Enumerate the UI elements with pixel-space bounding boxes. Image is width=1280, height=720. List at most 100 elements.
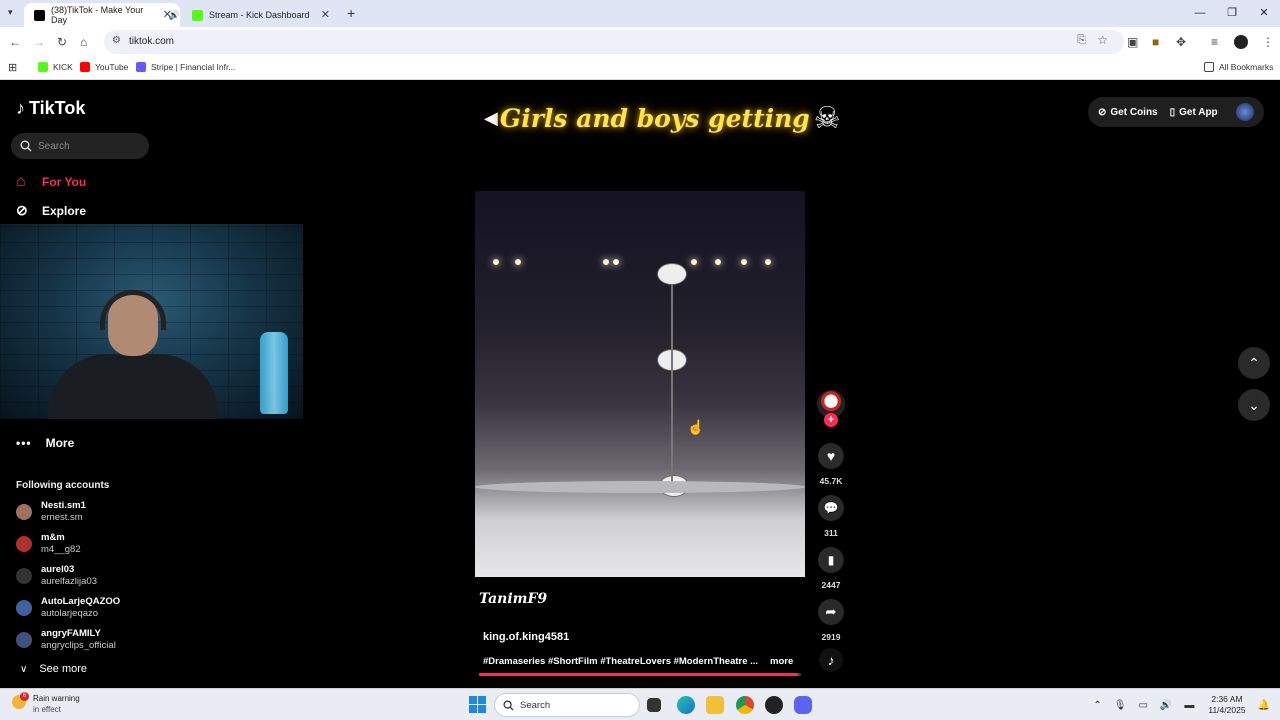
start-button[interactable] — [469, 696, 486, 713]
url-text: tiktok.com — [129, 36, 175, 47]
taskbar-search[interactable]: Search — [494, 693, 640, 717]
network-icon[interactable]: ▭ — [1138, 700, 1147, 711]
video-username[interactable]: king.of.king4581 — [483, 631, 569, 643]
avatar — [16, 568, 32, 584]
forward-icon[interactable]: → — [33, 34, 45, 50]
video-player[interactable]: ☝ — [475, 191, 805, 577]
nav-explore[interactable]: ⊘ Explore — [16, 202, 86, 219]
light — [613, 259, 619, 265]
bookmark-youtube[interactable]: YouTube — [80, 62, 128, 72]
next-video-button[interactable]: ⌄ — [1238, 389, 1270, 421]
clock[interactable]: 2:36 AM 11/4/2025 — [1208, 694, 1245, 716]
discord-icon[interactable] — [794, 696, 812, 714]
save-button[interactable]: ▮ — [818, 547, 844, 573]
streamer-webcam-overlay — [0, 224, 303, 419]
following-account[interactable]: AutoLarjeQAZOO autolarjeqazo — [16, 596, 276, 624]
chrome-icon[interactable] — [736, 696, 754, 714]
see-more-button[interactable]: ∨ See more — [20, 663, 87, 675]
task-view-icon[interactable] — [647, 698, 661, 712]
battery-icon[interactable]: ▬ — [1184, 700, 1194, 711]
address-bar[interactable]: ⚙ tiktok.com ⎘ ☆ — [104, 30, 1124, 54]
chevron-up-icon[interactable]: ⌃ — [1093, 700, 1101, 711]
tab-title: (38)TikTok - Make Your Day — [51, 5, 144, 25]
follow-button[interactable]: + — [824, 413, 838, 427]
share-button[interactable]: ➦ — [818, 599, 844, 625]
share-arrow-icon: ➦ — [825, 604, 837, 619]
tab-tiktok[interactable]: (38)TikTok - Make Your Day 🔊 ✕ — [24, 3, 180, 27]
windows-logo-icon — [469, 705, 477, 713]
stripe-icon — [136, 62, 146, 72]
bookmark-stripe[interactable]: Stripe | Financial Infr... — [136, 62, 235, 72]
video-hashtags[interactable]: #Dramaseries #ShortFilm #TheatreLovers #… — [483, 656, 758, 667]
extension-icon[interactable]: ▣ — [1127, 34, 1138, 50]
install-app-icon[interactable]: ⎘ — [1077, 34, 1086, 47]
light — [715, 259, 721, 265]
light — [493, 259, 499, 265]
water-bottle — [260, 332, 288, 414]
avatar — [16, 600, 32, 616]
following-account[interactable]: m&m m4__g82 — [16, 532, 276, 560]
search-icon — [503, 699, 514, 711]
troll-face-sticker — [657, 263, 687, 285]
profile-avatar[interactable] — [1234, 35, 1248, 49]
system-tray: ⌃ 🎙 ▭ 🔊 ▬ 2:36 AM 11/4/2025 🔔 — [1081, 693, 1270, 717]
close-tab-icon[interactable]: ✕ — [163, 8, 172, 21]
microphone-icon[interactable]: 🎙 — [1114, 700, 1127, 711]
media-control-icon[interactable]: ≡ — [1211, 34, 1218, 50]
comment-button[interactable]: 💬 — [818, 495, 844, 521]
video-author-watermark: TanimF9 — [479, 591, 548, 607]
extensions-puzzle-icon[interactable]: ✥ — [1176, 34, 1186, 50]
bookmark-kick[interactable]: KICK — [38, 62, 73, 72]
volume-icon[interactable]: 🔊 — [1160, 700, 1172, 711]
search-placeholder: Search — [38, 140, 70, 152]
back-icon[interactable]: ← — [9, 34, 21, 50]
browser-menu-icon[interactable]: ⋮ — [1262, 34, 1274, 50]
stage-lights — [475, 253, 805, 273]
restore-icon[interactable]: ❐ — [1216, 0, 1248, 27]
tiktok-note-icon: ♪ — [16, 98, 25, 118]
previous-video-button[interactable]: ⌃ — [1238, 347, 1270, 379]
caption-more-link[interactable]: more — [770, 656, 793, 667]
tab-kick-dashboard[interactable]: Stream - Kick Dashboard ✕ — [182, 3, 338, 27]
following-accounts-heading: Following accounts — [16, 480, 110, 491]
video-progress-bar[interactable] — [479, 673, 801, 676]
windows-logo-icon — [478, 705, 486, 713]
nav-more[interactable]: ••• More — [16, 436, 74, 450]
close-window-icon[interactable]: ✕ — [1248, 0, 1280, 27]
home-icon: ⌂ — [16, 173, 26, 190]
following-account[interactable]: aurel03 aurelfazlija03 — [16, 564, 276, 592]
light — [603, 259, 609, 265]
light — [765, 259, 771, 265]
new-tab-button[interactable]: + — [347, 5, 355, 21]
bookmark-icon: ▮ — [827, 553, 835, 567]
share-count: 2919 — [821, 632, 841, 642]
file-explorer-icon[interactable] — [706, 696, 724, 714]
obs-icon[interactable] — [765, 696, 783, 714]
mute-speaker-icon[interactable]: ◀ — [484, 108, 498, 129]
edge-icon[interactable] — [677, 696, 695, 714]
user-avatar[interactable] — [1236, 103, 1254, 121]
chevron-down-icon: ⌄ — [1248, 397, 1260, 413]
following-account[interactable]: Nesti.sm1 ernest.sm — [16, 500, 276, 528]
reload-icon[interactable]: ↻ — [57, 34, 67, 50]
get-app-button[interactable]: ▯ Get App — [1170, 107, 1218, 118]
caption-text: Girls and boys getting — [499, 103, 810, 133]
close-tab-icon[interactable]: ✕ — [321, 8, 330, 21]
search-input[interactable]: Search — [11, 133, 149, 159]
youtube-icon — [80, 62, 90, 72]
site-info-icon[interactable]: ⚙ — [112, 35, 121, 46]
home-icon[interactable]: ⌂ — [80, 34, 87, 50]
tab-search-chevron-icon[interactable]: ▾ — [8, 7, 13, 18]
like-button[interactable]: ♥ — [818, 443, 844, 469]
following-account[interactable]: angryFAMILY angryclips_official — [16, 628, 276, 656]
tiktok-logo[interactable]: ♪ TikTok — [16, 98, 85, 119]
tiktok-sound-icon[interactable]: ♪ — [819, 648, 843, 672]
nav-for-you[interactable]: ⌂ For You — [16, 173, 86, 191]
all-bookmarks[interactable]: All Bookmarks — [1204, 62, 1273, 72]
bookmark-star-icon[interactable]: ☆ — [1097, 33, 1108, 47]
notifications-icon[interactable]: 🔔 — [1258, 700, 1270, 711]
extension-icon[interactable]: ■ — [1152, 34, 1159, 50]
get-coins-button[interactable]: ⊘ Get Coins — [1098, 107, 1158, 118]
apps-grid-icon[interactable]: ⊞ — [8, 61, 17, 74]
minimize-icon[interactable]: — — [1184, 0, 1216, 27]
